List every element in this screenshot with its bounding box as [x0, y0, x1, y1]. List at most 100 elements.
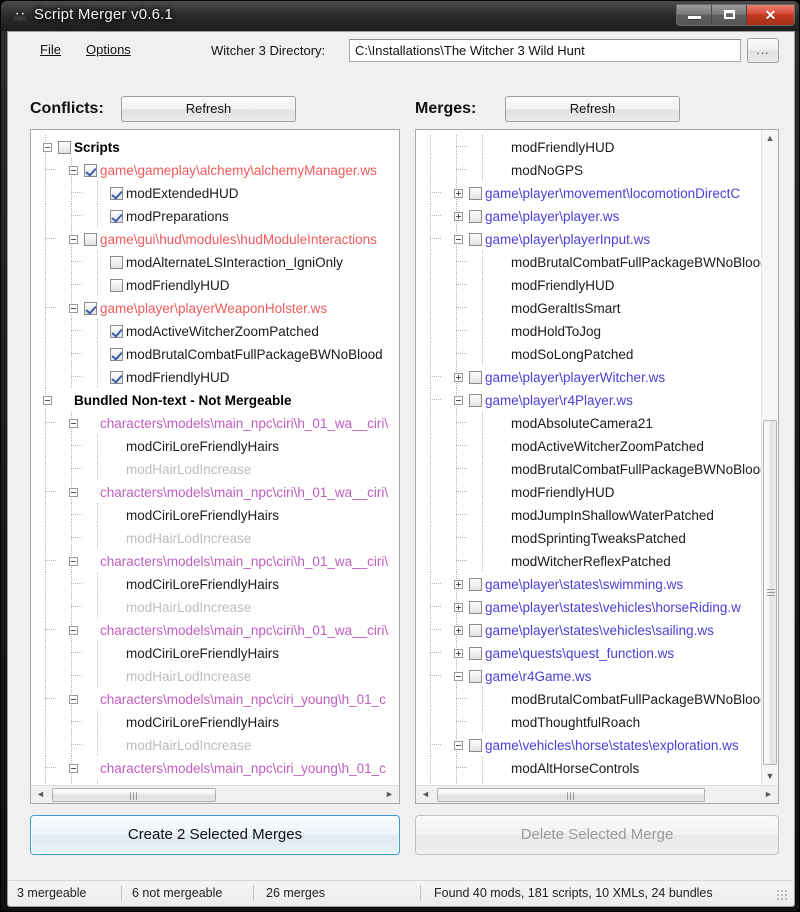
tree-node[interactable]: modPreparations [31, 204, 399, 227]
tree-node[interactable]: modWitcherReflexPatched [416, 549, 761, 572]
tree-node[interactable]: game\player\states\vehicles\horseRiding.… [416, 595, 761, 618]
tree-checkbox[interactable] [469, 187, 482, 200]
merges-tree-panel[interactable]: modFriendlyHUD modNoGPSgame\player\moveme… [415, 129, 779, 804]
tree-checkbox[interactable] [469, 647, 482, 660]
title-bar[interactable]: Script Merger v0.6.1 ✕ [1, 1, 800, 31]
tree-node[interactable]: characters\models\main_npc\ciri\h_01_wa_… [31, 618, 399, 641]
tree-node[interactable]: modGeraltIsSmart [416, 296, 761, 319]
hscroll-right-arrow[interactable]: ► [760, 786, 777, 803]
conflicts-hscrollbar[interactable]: ◄ ► [31, 785, 399, 803]
hscroll-thumb[interactable] [437, 788, 705, 802]
tree-node[interactable]: modHairLodIncrease [31, 664, 399, 687]
tree-checkbox[interactable] [469, 670, 482, 683]
tree-node[interactable]: game\gui\hud\modules\hudModuleInteractio… [31, 227, 399, 250]
tree-node[interactable]: modActiveWitcherZoomPatched [416, 434, 761, 457]
tree-checkbox[interactable] [110, 187, 123, 200]
tree-node[interactable]: modBrutalCombatFullPackageBWNoBlood [416, 250, 761, 273]
tree-node[interactable]: game\gameplay\alchemy\alchemyManager.ws [31, 158, 399, 181]
tree-node[interactable]: modHairLodIncrease [31, 457, 399, 480]
tree-node[interactable]: characters\models\main_npc\ciri_young\h_… [31, 756, 399, 779]
hscroll-thumb[interactable] [52, 788, 216, 802]
collapse-icon[interactable] [43, 143, 52, 152]
expand-icon[interactable] [454, 649, 463, 658]
tree-checkbox[interactable] [84, 302, 97, 315]
tree-node[interactable]: game\player\playerWeaponHolster.ws [31, 296, 399, 319]
expand-icon[interactable] [454, 626, 463, 635]
tree-node[interactable]: modHairLodIncrease [31, 733, 399, 756]
tree-node[interactable]: modJumpInShallowWaterPatched [416, 503, 761, 526]
tree-checkbox[interactable] [469, 739, 482, 752]
tree-checkbox[interactable] [110, 348, 123, 361]
tree-node[interactable]: modCiriLoreFriendlyHairs [31, 503, 399, 526]
tree-node[interactable]: game\quests\quest_function.ws [416, 641, 761, 664]
collapse-icon[interactable] [69, 695, 78, 704]
resize-grip-icon[interactable] [776, 889, 788, 901]
tree-checkbox[interactable] [469, 394, 482, 407]
tree-node[interactable]: game\player\states\swimming.ws [416, 572, 761, 595]
tree-checkbox[interactable] [84, 164, 97, 177]
tree-node[interactable]: modAltHorseControls [416, 756, 761, 779]
vscroll-up-arrow[interactable]: ▲ [762, 130, 778, 147]
collapse-icon[interactable] [69, 235, 78, 244]
tree-node[interactable]: modNoGPS [416, 158, 761, 181]
conflicts-tree-panel[interactable]: Scriptsgame\gameplay\alchemy\alchemyMana… [30, 129, 400, 804]
refresh-conflicts-button[interactable]: Refresh [121, 96, 296, 122]
tree-node[interactable]: game\player\movement\locomotionDirectC [416, 181, 761, 204]
collapse-icon[interactable] [454, 396, 463, 405]
vscroll-thumb[interactable] [763, 420, 777, 765]
expand-icon[interactable] [454, 189, 463, 198]
tree-node[interactable]: modHairLodIncrease [31, 526, 399, 549]
tree-node[interactable]: modBrutalCombatFullPackageBWNoBlood [31, 342, 399, 365]
collapse-icon[interactable] [69, 557, 78, 566]
close-button[interactable]: ✕ [747, 5, 794, 25]
tree-node[interactable]: game\vehicles\horse\states\exploration.w… [416, 733, 761, 756]
tree-node[interactable]: game\player\playerWitcher.ws [416, 365, 761, 388]
tree-checkbox[interactable] [469, 233, 482, 246]
tree-checkbox[interactable] [110, 325, 123, 338]
tree-checkbox[interactable] [469, 624, 482, 637]
tree-node[interactable]: modSoLongPatched [416, 342, 761, 365]
tree-node[interactable]: modThoughtfulRoach [416, 710, 761, 733]
tree-checkbox[interactable] [110, 279, 123, 292]
tree-node[interactable]: Scripts [31, 135, 399, 158]
collapse-icon[interactable] [454, 672, 463, 681]
tree-node[interactable]: modHairLodIncrease [31, 595, 399, 618]
tree-node[interactable]: modAlternateLSInteraction_IgniOnly [31, 250, 399, 273]
tree-node[interactable]: characters\models\main_npc\ciri\h_01_wa_… [31, 411, 399, 434]
tree-node[interactable]: modAbsoluteCamera21 [416, 411, 761, 434]
collapse-icon[interactable] [69, 764, 78, 773]
tree-node[interactable]: modFriendlyHUD [416, 480, 761, 503]
tree-node[interactable]: characters\models\main_npc\ciri\h_01_wa_… [31, 480, 399, 503]
tree-node[interactable]: modFriendlyHUD [31, 273, 399, 296]
tree-checkbox[interactable] [110, 256, 123, 269]
browse-button[interactable]: ... [747, 38, 779, 63]
tree-checkbox[interactable] [110, 210, 123, 223]
tree-node[interactable]: modCiriLoreFriendlyHairs [31, 710, 399, 733]
collapse-icon[interactable] [454, 741, 463, 750]
expand-icon[interactable] [454, 373, 463, 382]
tree-node[interactable]: modCiriLoreFriendlyHairs [31, 641, 399, 664]
hscroll-left-arrow[interactable]: ◄ [32, 786, 49, 803]
tree-node[interactable]: modCiriLoreFriendlyHairs [31, 434, 399, 457]
tree-checkbox[interactable] [84, 233, 97, 246]
maximize-button[interactable] [712, 5, 747, 25]
tree-node[interactable]: game\player\states\vehicles\sailing.ws [416, 618, 761, 641]
hscroll-right-arrow[interactable]: ► [381, 786, 398, 803]
menu-options[interactable]: Options [80, 40, 137, 59]
tree-node[interactable]: modBrutalCombatFullPackageBWNoBlood [416, 687, 761, 710]
tree-node[interactable]: characters\models\main_npc\ciri_young\h_… [31, 687, 399, 710]
tree-node[interactable]: modExtendedHUD [31, 181, 399, 204]
hscroll-left-arrow[interactable]: ◄ [417, 786, 434, 803]
menu-file[interactable]: File [34, 40, 67, 59]
collapse-icon[interactable] [454, 235, 463, 244]
tree-node[interactable]: modFriendlyHUD [31, 365, 399, 388]
collapse-icon[interactable] [69, 488, 78, 497]
tree-node[interactable]: game\player\playerInput.ws [416, 227, 761, 250]
refresh-merges-button[interactable]: Refresh [505, 96, 680, 122]
tree-node[interactable]: modBrutalCombatFullPackageBWNoBlood [416, 457, 761, 480]
tree-checkbox[interactable] [58, 141, 71, 154]
directory-input[interactable] [349, 39, 741, 62]
tree-checkbox[interactable] [469, 210, 482, 223]
tree-node[interactable]: modFriendlyHUD [416, 273, 761, 296]
tree-checkbox[interactable] [469, 578, 482, 591]
